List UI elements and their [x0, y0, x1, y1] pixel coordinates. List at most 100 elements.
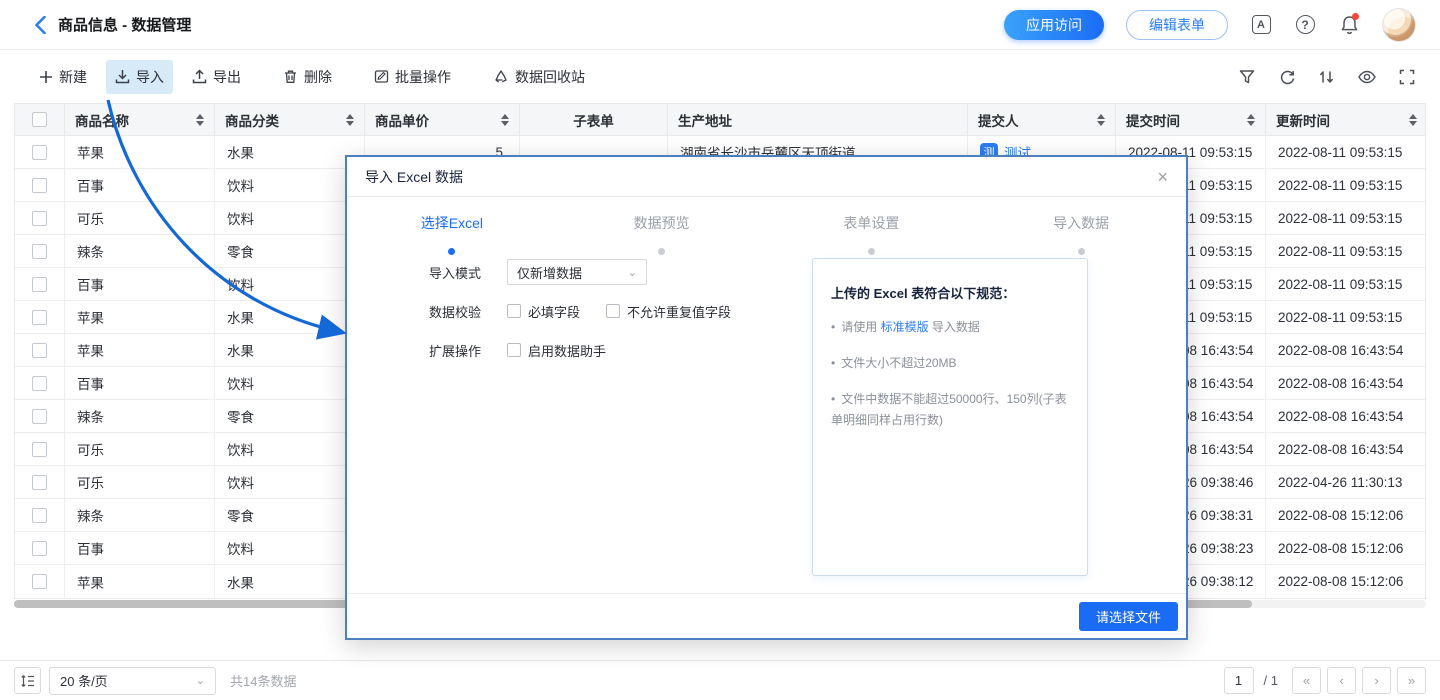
recycle-icon: [493, 69, 509, 84]
modal-close-icon[interactable]: ×: [1157, 168, 1168, 186]
col-header-update-time[interactable]: 更新时间: [1266, 104, 1427, 135]
last-page-button[interactable]: »: [1397, 667, 1426, 694]
cell-product-name: 辣条: [65, 400, 215, 432]
cell-product-category: 饮料: [215, 268, 365, 300]
sort-icon[interactable]: [501, 114, 509, 126]
help-icon[interactable]: ?: [1294, 14, 1316, 36]
row-checkbox[interactable]: [32, 409, 47, 424]
cell-product-category: 饮料: [215, 202, 365, 234]
cell-update-time: 2022-08-11 09:53:15: [1266, 169, 1427, 201]
new-button[interactable]: 新建: [30, 60, 96, 94]
step-form-settings: 表单设置: [767, 213, 977, 255]
data-validation-label: 数据校验: [429, 302, 489, 321]
col-header-product-name[interactable]: 商品名称: [65, 104, 215, 135]
row-checkbox[interactable]: [32, 178, 47, 193]
choose-file-button[interactable]: 请选择文件: [1079, 602, 1178, 631]
step-dot: [658, 248, 665, 255]
fullscreen-icon[interactable]: [1398, 68, 1416, 86]
cell-product-category: 零食: [215, 499, 365, 531]
cell-product-name: 苹果: [65, 334, 215, 366]
row-checkbox[interactable]: [32, 310, 47, 325]
language-icon[interactable]: A: [1250, 14, 1272, 36]
col-header-product-price[interactable]: 商品单价: [365, 104, 520, 135]
cell-product-name: 辣条: [65, 235, 215, 267]
spec-bullet-template: •请使用 标准模版 导入数据: [831, 317, 1069, 338]
cell-product-category: 饮料: [215, 367, 365, 399]
modal-title: 导入 Excel 数据: [365, 167, 463, 187]
cell-product-name: 辣条: [65, 499, 215, 531]
notification-dot: [1352, 13, 1359, 20]
cell-product-name: 百事: [65, 169, 215, 201]
cell-product-name: 百事: [65, 268, 215, 300]
row-checkbox[interactable]: [32, 343, 47, 358]
next-page-button[interactable]: ›: [1362, 667, 1391, 694]
total-count-text: 共14条数据: [230, 671, 296, 690]
cell-product-name: 可乐: [65, 466, 215, 498]
row-checkbox[interactable]: [32, 376, 47, 391]
sort-icon[interactable]: [1097, 114, 1105, 126]
row-checkbox[interactable]: [32, 244, 47, 259]
row-checkbox[interactable]: [32, 277, 47, 292]
cell-product-name: 百事: [65, 532, 215, 564]
cell-product-category: 零食: [215, 235, 365, 267]
cell-product-category: 水果: [215, 136, 365, 168]
total-pages-text: / 1: [1264, 673, 1278, 688]
cell-product-category: 零食: [215, 400, 365, 432]
import-mode-select[interactable]: 仅新增数据⌄: [507, 259, 647, 285]
row-checkbox[interactable]: [32, 508, 47, 523]
row-checkbox[interactable]: [32, 475, 47, 490]
standard-template-link[interactable]: 标准模版: [881, 320, 929, 334]
notification-bell-icon[interactable]: [1338, 14, 1360, 36]
import-options-form: 导入模式 仅新增数据⌄ 数据校验 必填字段 不允许重复值字段 扩展操作 启用数据…: [429, 259, 731, 376]
cell-product-category: 水果: [215, 301, 365, 333]
row-checkbox[interactable]: [32, 145, 47, 160]
sort-icon[interactable]: [1247, 114, 1255, 126]
col-header-submit-time[interactable]: 提交时间: [1116, 104, 1266, 135]
select-all-checkbox[interactable]: [32, 112, 47, 127]
cell-update-time: 2022-04-26 11:30:13: [1266, 466, 1427, 498]
export-button[interactable]: 导出: [183, 60, 250, 94]
cell-update-time: 2022-08-08 15:12:06: [1266, 532, 1427, 564]
filter-icon[interactable]: [1238, 68, 1256, 86]
app-access-button[interactable]: 应用访问: [1004, 10, 1104, 40]
row-checkbox[interactable]: [32, 442, 47, 457]
cell-product-category: 水果: [215, 334, 365, 366]
back-icon[interactable]: [30, 15, 50, 35]
cell-product-category: 饮料: [215, 532, 365, 564]
sort-order-icon[interactable]: [1318, 68, 1336, 86]
wizard-steps: 选择Excel 数据预览 表单设置 导入数据: [347, 213, 1186, 255]
cell-product-name: 可乐: [65, 202, 215, 234]
col-header-product-category[interactable]: 商品分类: [215, 104, 365, 135]
recycle-bin-button[interactable]: 数据回收站: [484, 60, 594, 94]
column-visibility-eye-icon[interactable]: [1358, 68, 1376, 86]
row-checkbox[interactable]: [32, 211, 47, 226]
row-checkbox[interactable]: [32, 574, 47, 589]
no-duplicate-checkbox[interactable]: 不允许重复值字段: [606, 302, 731, 321]
row-checkbox[interactable]: [32, 541, 47, 556]
row-height-icon[interactable]: [14, 667, 41, 694]
refresh-icon[interactable]: [1278, 68, 1296, 86]
first-page-button[interactable]: «: [1292, 667, 1321, 694]
batch-actions-button[interactable]: 批量操作: [365, 60, 460, 94]
delete-button[interactable]: 删除: [274, 60, 341, 94]
cell-update-time: 2022-08-11 09:53:15: [1266, 235, 1427, 267]
sort-icon[interactable]: [196, 114, 204, 126]
user-avatar[interactable]: [1382, 8, 1416, 42]
data-assistant-checkbox[interactable]: 启用数据助手: [507, 341, 606, 360]
import-mode-label: 导入模式: [429, 263, 489, 282]
cell-update-time: 2022-08-08 16:43:54: [1266, 334, 1427, 366]
sort-icon[interactable]: [346, 114, 354, 126]
import-button[interactable]: 导入: [106, 60, 173, 94]
sort-icon[interactable]: [1409, 114, 1417, 126]
edit-form-button[interactable]: 编辑表单: [1126, 10, 1228, 40]
batch-edit-icon: [374, 69, 389, 84]
required-fields-checkbox[interactable]: 必填字段: [507, 302, 580, 321]
page-number-input[interactable]: [1224, 667, 1254, 694]
prev-page-button[interactable]: ‹: [1327, 667, 1356, 694]
cell-update-time: 2022-08-11 09:53:15: [1266, 301, 1427, 333]
step-dot: [868, 248, 875, 255]
spec-bullet-rows: •文件中数据不能超过50000行、150列(子表单明细同样占用行数): [831, 389, 1069, 431]
cell-update-time: 2022-08-11 09:53:15: [1266, 136, 1427, 168]
page-size-select[interactable]: 20 条/页⌄: [49, 667, 216, 695]
col-header-submitter[interactable]: 提交人: [968, 104, 1116, 135]
